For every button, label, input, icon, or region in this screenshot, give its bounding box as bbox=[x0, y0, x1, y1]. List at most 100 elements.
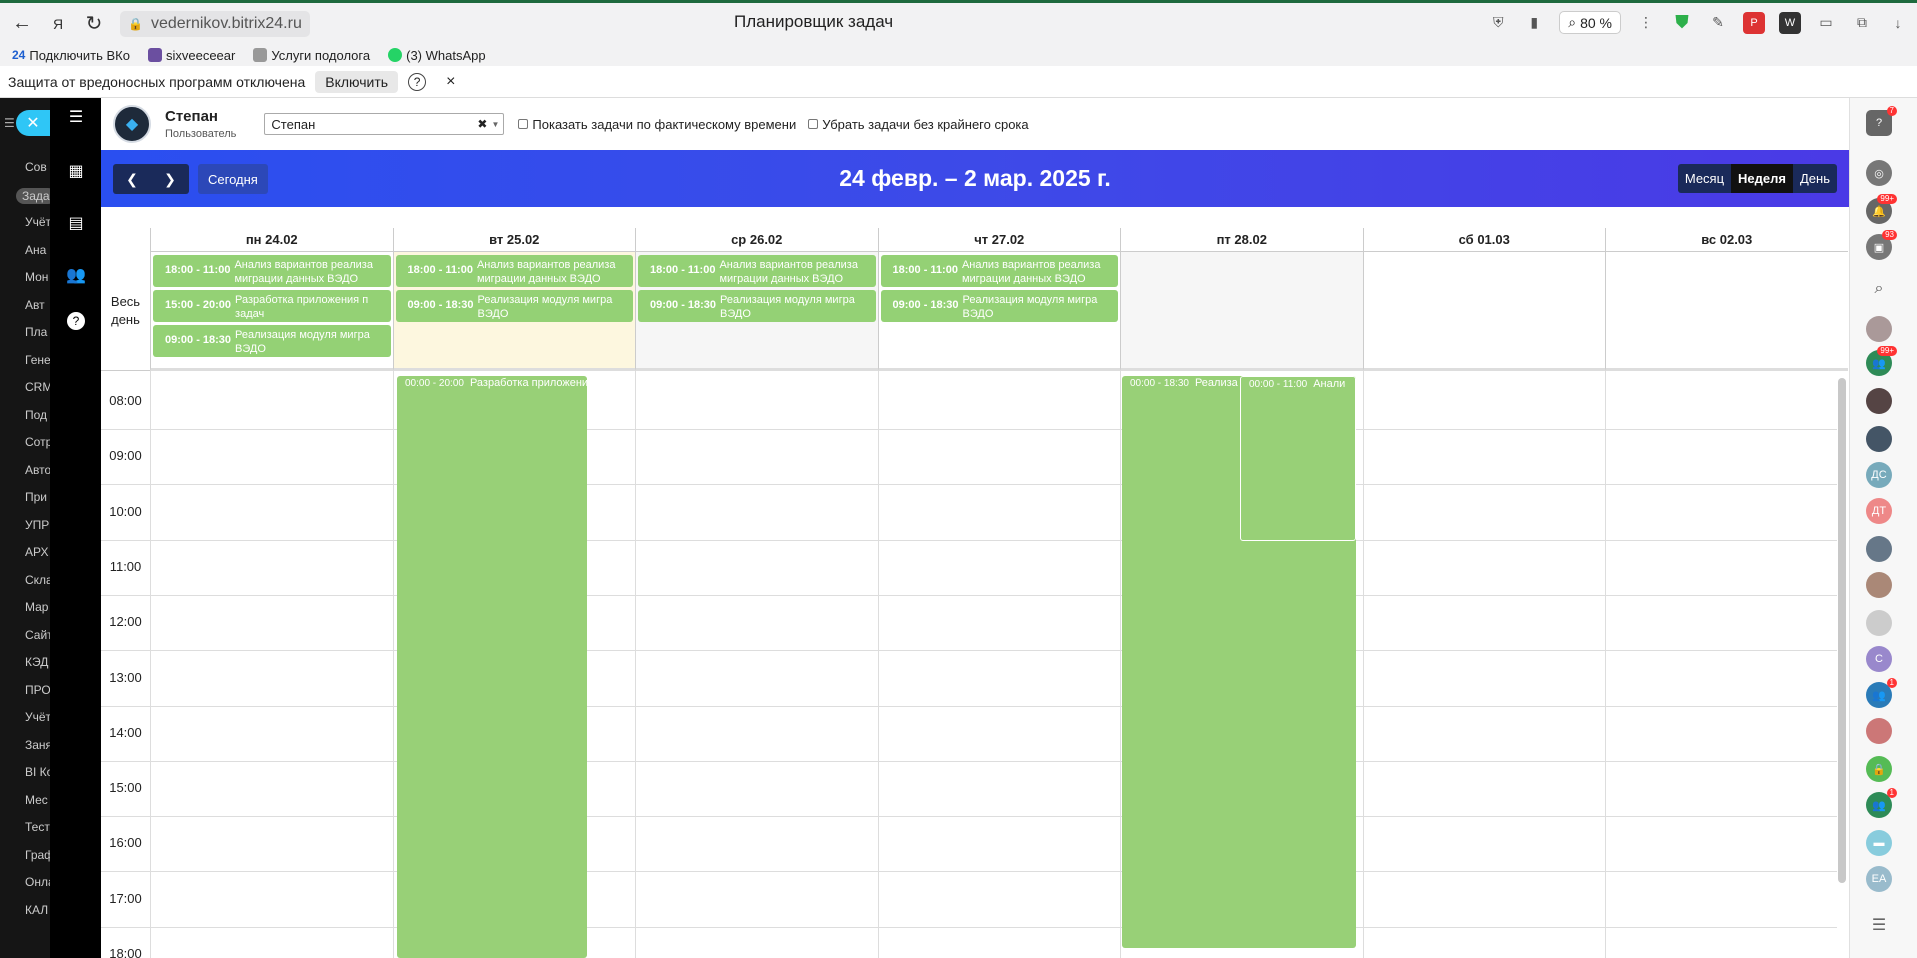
hour-row[interactable]: 15:00 bbox=[101, 762, 1837, 818]
copilot-icon[interactable]: ◎ bbox=[1866, 160, 1892, 186]
hour-row[interactable]: 09:00 bbox=[101, 430, 1837, 486]
chat-bubble-icon[interactable]: ▬ bbox=[1866, 830, 1892, 856]
menu-item[interactable]: Мес bbox=[25, 793, 48, 807]
menu-item[interactable]: Мон bbox=[25, 270, 48, 284]
view-month-button[interactable]: Месяц bbox=[1678, 164, 1731, 193]
list-icon[interactable]: ☰ bbox=[1866, 912, 1892, 938]
clear-icon[interactable]: ✖ bbox=[477, 117, 487, 131]
lock-icon[interactable]: 🔒 bbox=[1866, 756, 1892, 782]
battery-icon[interactable]: ▭ bbox=[1815, 12, 1837, 34]
bookmark-podolog[interactable]: Услуги подолога bbox=[253, 48, 370, 63]
menu-item[interactable]: Скла bbox=[25, 573, 50, 587]
grid-scrollbar[interactable] bbox=[1838, 378, 1846, 883]
word-icon[interactable]: W bbox=[1779, 11, 1801, 34]
chevron-down-icon[interactable]: ▼ bbox=[491, 120, 499, 129]
hour-row[interactable]: 12:00 bbox=[101, 596, 1837, 652]
menu-item[interactable]: При bbox=[25, 490, 47, 504]
menu-item[interactable]: Сайт bbox=[25, 628, 50, 642]
hour-row[interactable]: 16:00 bbox=[101, 817, 1837, 873]
all-day-cell[interactable] bbox=[1605, 252, 1848, 371]
menu-item[interactable]: Граф bbox=[25, 848, 50, 862]
hour-row[interactable]: 18:00 bbox=[101, 928, 1837, 958]
all-day-event[interactable]: 18:00 - 11:00 Анализ вариантов реализа ми… bbox=[395, 255, 633, 287]
all-day-event[interactable]: 18:00 - 11:00 Анализ вариантов реализа ми… bbox=[880, 255, 1118, 287]
shield-icon[interactable]: ⛊ bbox=[1671, 12, 1693, 34]
avatar-initials[interactable]: ДС bbox=[1866, 462, 1892, 488]
menu-item[interactable]: Ана bbox=[25, 243, 46, 257]
menu-item[interactable]: Зада bbox=[16, 187, 50, 204]
pdf-icon[interactable]: P bbox=[1743, 11, 1765, 34]
hour-row[interactable]: 14:00 bbox=[101, 707, 1837, 762]
menu-item[interactable]: Гене bbox=[25, 353, 50, 367]
hour-row[interactable]: 08:00 bbox=[101, 375, 1837, 430]
menu-item[interactable]: АРХ bbox=[25, 545, 48, 559]
close-icon[interactable]: × bbox=[446, 73, 455, 91]
clipboard-icon[interactable]: ▤ bbox=[65, 212, 87, 234]
menu-item[interactable]: КЭД bbox=[25, 655, 48, 669]
help-circle-icon[interactable]: ? bbox=[65, 310, 87, 332]
menu-icon[interactable]: ☰ bbox=[4, 116, 15, 130]
reload-icon[interactable]: ↻ bbox=[76, 6, 112, 42]
day-header[interactable]: сб 01.03 bbox=[1362, 228, 1605, 252]
menu-item[interactable]: BI Ко bbox=[25, 765, 50, 779]
menu-item[interactable]: УПР bbox=[25, 518, 49, 532]
notification-bell-icon[interactable]: 🔔 99+ bbox=[1866, 194, 1897, 224]
group-chat-icon[interactable]: 👥 99+ bbox=[1866, 346, 1897, 376]
menu-item[interactable]: Сов bbox=[25, 160, 47, 174]
hour-row[interactable]: 17:00 bbox=[101, 873, 1837, 928]
all-day-event[interactable]: 09:00 - 18:30 Реализация модуля мигра ВЭД… bbox=[395, 290, 633, 322]
menu-item[interactable]: Заня bbox=[25, 738, 50, 752]
all-day-event[interactable]: 09:00 - 18:30 Реализация модуля мигра ВЭД… bbox=[638, 290, 876, 322]
group-icon[interactable]: 👥 1 bbox=[1866, 788, 1897, 818]
day-header[interactable]: пн 24.02 bbox=[150, 228, 393, 252]
user-avatar[interactable]: ◆ bbox=[113, 105, 151, 143]
avatar-initials[interactable]: ДТ bbox=[1866, 498, 1892, 524]
hour-row[interactable]: 13:00 bbox=[101, 652, 1837, 707]
avatar[interactable] bbox=[1866, 316, 1892, 342]
avatar[interactable] bbox=[1866, 718, 1892, 744]
group-icon[interactable]: 👥 1 bbox=[1866, 678, 1897, 708]
menu-item[interactable]: CRM bbox=[25, 380, 50, 394]
timed-event[interactable]: 00:00 - 20:00Разработка приложения пл bbox=[397, 376, 587, 958]
menu-item[interactable]: Авто bbox=[25, 463, 50, 477]
timed-event[interactable]: 00:00 - 11:00 Анали bbox=[1240, 376, 1356, 541]
menu-item[interactable]: Онла bbox=[25, 875, 50, 889]
day-header[interactable]: вс 02.03 bbox=[1605, 228, 1848, 252]
bookmark-sixveeceear[interactable]: sixveeceear bbox=[147, 48, 235, 63]
hour-row[interactable]: 11:00 bbox=[101, 541, 1837, 596]
all-day-cell[interactable]: 18:00 - 11:00 Анализ вариантов реализа ми… bbox=[635, 252, 878, 371]
avatar[interactable] bbox=[1866, 610, 1892, 636]
menu-item[interactable]: ПРО bbox=[25, 683, 50, 697]
back-icon[interactable]: ← bbox=[4, 6, 40, 42]
no-deadline-checkbox[interactable] bbox=[808, 119, 819, 129]
all-day-cell[interactable]: 18:00 - 11:00 Анализ вариантов реализа ми… bbox=[150, 252, 393, 371]
view-week-button[interactable]: Неделя bbox=[1731, 164, 1793, 193]
day-header[interactable]: чт 27.02 bbox=[877, 228, 1120, 252]
actual-time-filter[interactable]: Показать задачи по фактическому времени bbox=[518, 117, 796, 132]
avatar[interactable] bbox=[1866, 572, 1892, 598]
menu-item[interactable]: Под bbox=[25, 408, 47, 422]
enable-protection-button[interactable]: Включить bbox=[315, 70, 399, 93]
view-day-button[interactable]: День bbox=[1793, 164, 1837, 193]
avatar[interactable] bbox=[1866, 536, 1892, 562]
menu-item[interactable]: Мар bbox=[25, 600, 48, 614]
extensions-icon[interactable]: ⛨ bbox=[1487, 12, 1509, 34]
all-day-cell[interactable] bbox=[1362, 252, 1605, 371]
all-day-cell[interactable]: 18:00 - 11:00 Анализ вариантов реализа ми… bbox=[392, 252, 635, 371]
hour-row[interactable]: 10:00 bbox=[101, 486, 1837, 541]
address-bar[interactable]: 🔒 vedernikov.bitrix24.ru bbox=[120, 10, 310, 37]
help-icon[interactable]: ? 7 bbox=[1866, 106, 1897, 136]
download-icon[interactable]: ↓ bbox=[1887, 12, 1909, 34]
calendar-icon[interactable]: ▦ bbox=[65, 160, 87, 182]
close-slider-icon[interactable]: ✕ bbox=[16, 110, 50, 136]
users-icon[interactable]: 👥 bbox=[65, 264, 87, 286]
menu-item[interactable]: Учёт bbox=[25, 215, 50, 229]
more-icon[interactable]: ⋮ bbox=[1635, 12, 1657, 34]
bookmark-icon[interactable]: ▮ bbox=[1523, 12, 1545, 34]
menu-item[interactable]: Авт bbox=[25, 298, 45, 312]
day-header[interactable]: ср 26.02 bbox=[635, 228, 878, 252]
all-day-event[interactable]: 18:00 - 11:00 Анализ вариантов реализа ми… bbox=[638, 255, 876, 287]
bookmark-whatsapp[interactable]: (3) WhatsApp bbox=[388, 48, 486, 63]
no-deadline-filter[interactable]: Убрать задачи без крайнего срока bbox=[808, 117, 1029, 132]
pen-icon[interactable]: ✎ bbox=[1707, 12, 1729, 34]
